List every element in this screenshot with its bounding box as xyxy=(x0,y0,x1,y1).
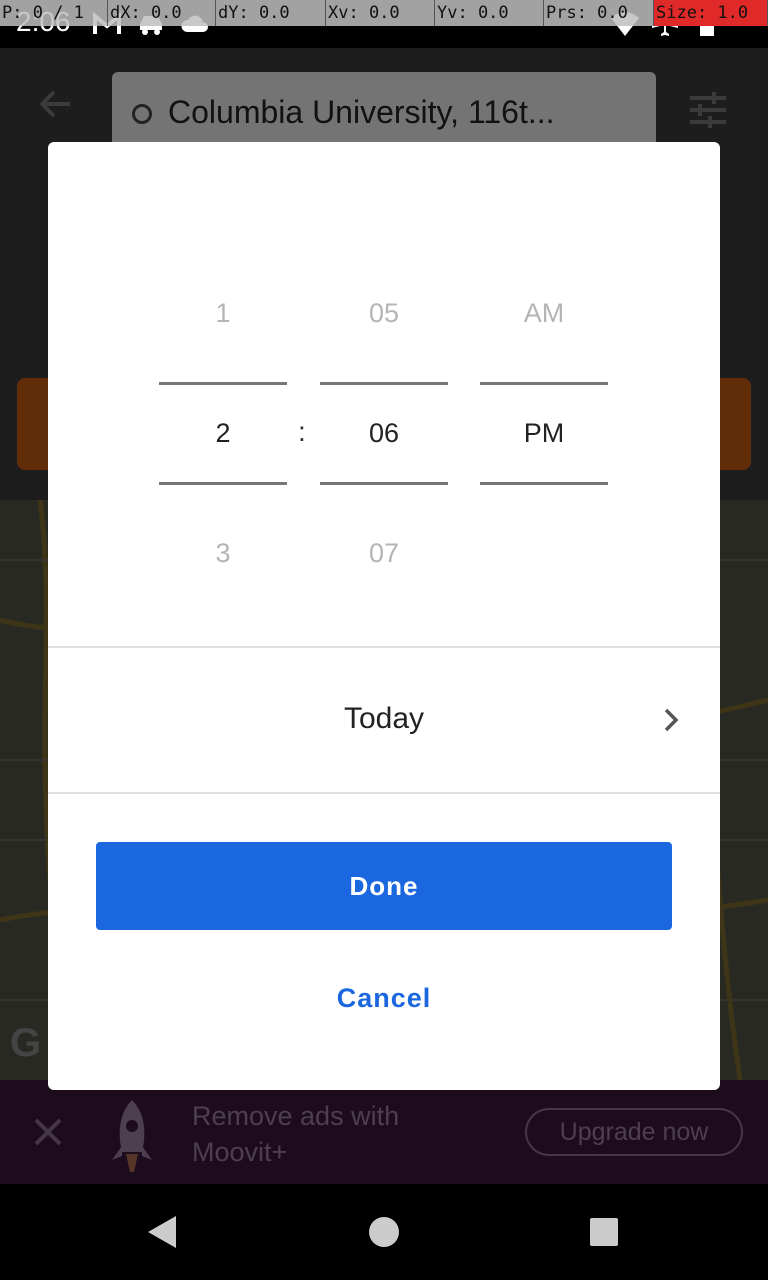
meridiem-prev[interactable]: AM xyxy=(480,298,608,329)
debug-yv: Yv: 0.0 xyxy=(435,0,544,26)
chevron-right-icon xyxy=(656,702,686,738)
meridiem-line-top xyxy=(480,382,608,385)
hour-prev[interactable]: 1 xyxy=(159,298,287,329)
status-bar: 2:06 P: 0 / 1 dX: 0.0 dY: 0.0 Xv: 0.0 Yv… xyxy=(0,0,768,48)
date-label: Today xyxy=(343,702,425,735)
navigation-bar xyxy=(0,1184,768,1280)
debug-size: Size: 1.0 xyxy=(654,0,768,26)
debug-dx: dX: 0.0 xyxy=(108,0,216,26)
minute-line-bottom xyxy=(320,482,448,485)
divider-bottom xyxy=(48,792,720,794)
recents-square-icon[interactable] xyxy=(584,1212,624,1252)
hour-line-top xyxy=(159,382,287,385)
back-triangle-icon[interactable] xyxy=(144,1212,184,1252)
meridiem-wheel[interactable]: AM PM xyxy=(480,282,608,602)
debug-dy: dY: 0.0 xyxy=(216,0,326,26)
hour-next[interactable]: 3 xyxy=(159,538,287,569)
minute-selected[interactable]: 06 xyxy=(320,418,448,449)
home-circle-icon[interactable] xyxy=(364,1212,404,1252)
date-row[interactable]: Today xyxy=(48,648,720,792)
cancel-button[interactable]: Cancel xyxy=(284,968,484,1028)
minute-line-top xyxy=(320,382,448,385)
minute-prev[interactable]: 05 xyxy=(320,298,448,329)
minute-wheel[interactable]: 05 06 07 xyxy=(320,282,448,602)
debug-pointer: P: 0 / 1 xyxy=(0,0,108,26)
hour-wheel[interactable]: 1 2 3 xyxy=(159,282,287,602)
done-button[interactable]: Done xyxy=(96,842,672,930)
time-separator: : xyxy=(298,416,306,447)
debug-pressure: Prs: 0.0 xyxy=(544,0,654,26)
meridiem-selected[interactable]: PM xyxy=(480,418,608,449)
minute-next[interactable]: 07 xyxy=(320,538,448,569)
meridiem-line-bottom xyxy=(480,482,608,485)
pointer-debug-bar: P: 0 / 1 dX: 0.0 dY: 0.0 Xv: 0.0 Yv: 0.0… xyxy=(0,0,768,26)
debug-xv: Xv: 0.0 xyxy=(326,0,435,26)
hour-selected[interactable]: 2 xyxy=(159,418,287,449)
hour-line-bottom xyxy=(159,482,287,485)
time-picker-dialog: 1 2 3 : 05 06 07 AM PM Today Done Cancel xyxy=(48,142,720,1090)
